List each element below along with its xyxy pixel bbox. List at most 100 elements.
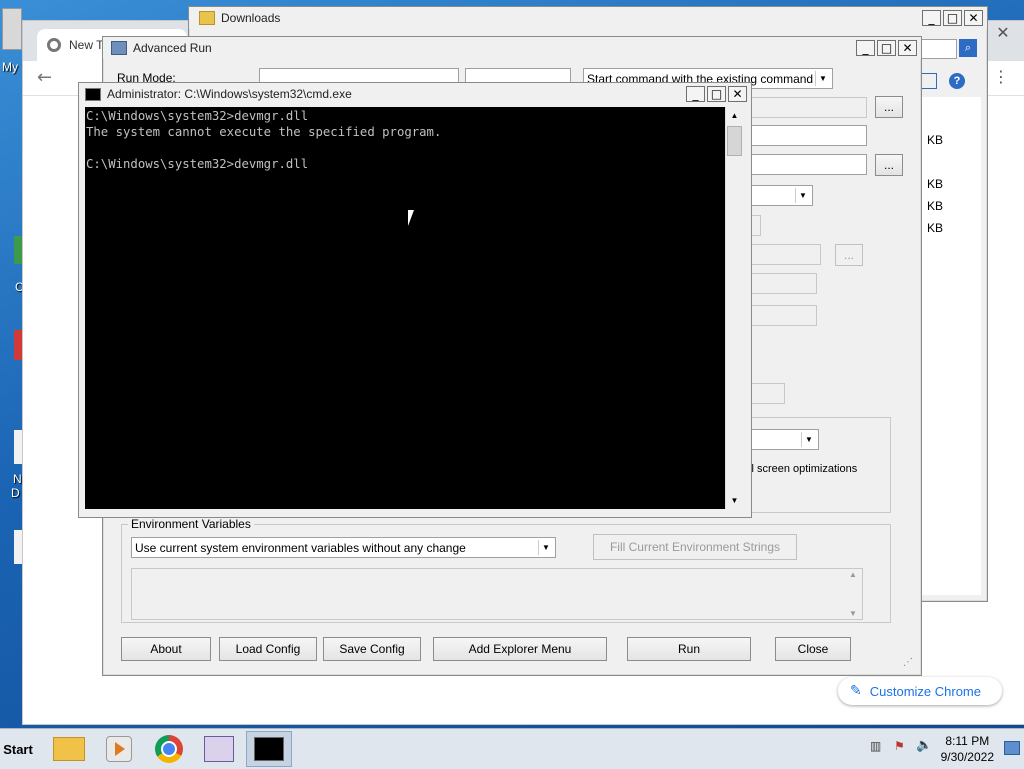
window-state-select[interactable]: ▼ <box>751 429 819 450</box>
console-line: C:\Windows\system32>devmgr.dll <box>86 109 309 123</box>
file-size: KB <box>927 221 944 235</box>
file-size: KB <box>927 199 944 213</box>
pencil-icon: ✎ <box>850 683 862 699</box>
minimize-button[interactable]: _ <box>686 86 705 102</box>
chrome-icon[interactable] <box>146 731 192 767</box>
file-size: KB <box>927 177 944 191</box>
program-path-field[interactable] <box>751 97 867 118</box>
action-center-icon[interactable]: ⚑ <box>894 739 905 753</box>
advanced-run-titlebar[interactable]: Advanced Run _ □ ✕ <box>103 37 921 59</box>
desktop-icon-label[interactable]: D <box>11 486 20 500</box>
about-button[interactable]: About <box>121 637 211 661</box>
media-player-icon[interactable] <box>96 731 142 767</box>
computer-icon[interactable] <box>2 8 22 50</box>
minimize-button[interactable]: _ <box>856 40 875 56</box>
close-button[interactable]: ✕ <box>964 10 983 26</box>
file-size: KB <box>927 133 944 147</box>
maximize-button[interactable]: □ <box>943 10 962 26</box>
desktop-icon-label[interactable]: My <box>2 60 18 74</box>
folder-icon <box>199 11 215 25</box>
disabled-field <box>751 273 817 294</box>
environment-mode-value: Use current system environment variables… <box>135 540 466 555</box>
scroll-down-icon: ▼ <box>849 609 857 618</box>
chevron-down-icon: ▼ <box>795 188 810 203</box>
cmd-taskbar-icon[interactable] <box>246 731 292 767</box>
show-desktop-icon[interactable] <box>1004 741 1020 755</box>
environment-strings-textarea <box>131 568 863 620</box>
search-icon[interactable]: ⌕ <box>959 39 977 57</box>
advanced-run-taskbar-icon[interactable] <box>196 731 242 767</box>
load-config-button[interactable]: Load Config <box>219 637 317 661</box>
desktop-app-icon[interactable] <box>14 330 22 360</box>
clock-date: 9/30/2022 <box>940 750 994 764</box>
back-arrow-icon[interactable]: ← <box>37 67 52 88</box>
arguments-field[interactable] <box>751 125 867 146</box>
desktop-app-icon[interactable] <box>14 236 22 264</box>
customize-chrome-label: Customize Chrome <box>869 683 981 699</box>
start-button[interactable]: Start <box>0 729 36 769</box>
environment-mode-select[interactable]: Use current system environment variables… <box>131 537 556 558</box>
file-explorer-icon[interactable] <box>46 731 92 767</box>
add-explorer-menu-button[interactable]: Add Explorer Menu <box>433 637 607 661</box>
desktop-icon-label[interactable]: N <box>13 472 22 486</box>
console-line: The system cannot execute the specified … <box>86 125 442 139</box>
scroll-down-icon[interactable]: ▼ <box>726 492 743 509</box>
clock[interactable]: 8:11 PM 9/30/2022 <box>941 733 994 765</box>
browse-program-button[interactable]: ... <box>875 96 903 118</box>
chevron-down-icon: ▼ <box>815 71 830 86</box>
save-config-button[interactable]: Save Config <box>323 637 421 661</box>
maximize-button[interactable]: □ <box>877 40 896 56</box>
minimize-button[interactable]: _ <box>922 10 941 26</box>
close-button[interactable]: ✕ <box>898 40 917 56</box>
disabled-field <box>751 244 821 265</box>
chrome-tab-title: New T <box>69 38 104 52</box>
file-list <box>921 125 981 595</box>
mouse-cursor-icon <box>408 210 420 226</box>
environment-variables-label: Environment Variables <box>131 517 251 531</box>
disabled-field <box>751 383 785 404</box>
cmd-titlebar[interactable]: Administrator: C:\Windows\system32\cmd.e… <box>79 83 751 105</box>
scrollbar-thumb[interactable] <box>727 126 742 156</box>
cmd-title: Administrator: C:\Windows\system32\cmd.e… <box>107 87 352 101</box>
chevron-down-icon: ▼ <box>801 432 816 447</box>
full-screen-optimizations-label[interactable]: ll screen optimizations <box>749 463 857 475</box>
cmd-window: Administrator: C:\Windows\system32\cmd.e… <box>78 82 752 518</box>
desktop-doc-icon[interactable] <box>14 530 22 564</box>
customize-chrome-button[interactable]: ✎ Customize Chrome <box>838 677 1002 705</box>
cmd-scrollbar[interactable]: ▲ ▼ <box>725 107 743 509</box>
cmd-console[interactable]: C:\Windows\system32>devmgr.dll The syste… <box>85 107 725 509</box>
volume-icon[interactable]: 🔈 <box>916 738 932 753</box>
disabled-field <box>751 215 761 236</box>
clock-time: 8:11 PM <box>945 734 990 748</box>
browse-directory-button[interactable]: ... <box>875 154 903 176</box>
console-line: C:\Windows\system32>devmgr.dll <box>86 157 309 171</box>
desktop-doc-icon[interactable] <box>14 430 22 464</box>
column-header[interactable] <box>921 97 981 126</box>
chevron-down-icon: ▼ <box>538 540 553 555</box>
preview-pane-icon[interactable] <box>921 73 937 89</box>
maximize-button[interactable]: □ <box>707 86 726 102</box>
fill-environment-strings-button: Fill Current Environment Strings <box>593 534 797 560</box>
more-menu-icon[interactable]: ⋮ <box>993 67 1009 86</box>
chrome-close-icon[interactable]: ✕ <box>983 21 1023 43</box>
disabled-field <box>751 305 817 326</box>
run-button[interactable]: Run <box>627 637 751 661</box>
help-icon[interactable]: ? <box>949 73 965 89</box>
close-dialog-button[interactable]: Close <box>775 637 851 661</box>
downloads-title: Downloads <box>221 11 281 25</box>
priority-select[interactable]: ▼ <box>751 185 813 206</box>
advanced-run-title: Advanced Run <box>133 41 212 55</box>
network-icon[interactable]: ▥ <box>870 739 881 753</box>
app-icon <box>111 41 127 55</box>
scroll-up-icon: ▲ <box>849 570 857 579</box>
resize-grip-icon[interactable]: ⋰ <box>903 657 913 668</box>
search-input[interactable] <box>921 39 957 59</box>
start-directory-field[interactable] <box>751 154 867 175</box>
cmd-icon <box>85 87 101 101</box>
downloads-titlebar[interactable]: Downloads _ □ ✕ <box>189 7 987 29</box>
close-button[interactable]: ✕ <box>728 86 747 102</box>
taskbar: Start ▥ ⚑ 🔈 8:11 PM 9/30/2022 <box>0 728 1024 769</box>
chrome-logo-icon <box>47 38 61 52</box>
browse-disabled-button: ... <box>835 244 863 266</box>
scroll-up-icon[interactable]: ▲ <box>726 107 743 124</box>
